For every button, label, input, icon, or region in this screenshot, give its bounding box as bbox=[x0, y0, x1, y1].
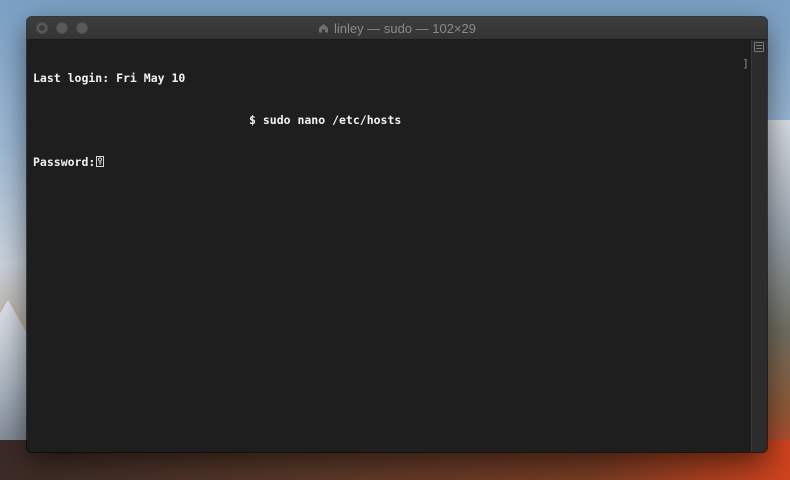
window-title-text: linley — sudo — 102×29 bbox=[333, 20, 476, 36]
terminal-line: Password: bbox=[33, 155, 745, 169]
window-controls bbox=[27, 22, 88, 34]
vertical-scrollbar[interactable] bbox=[751, 40, 767, 452]
terminal-window[interactable]: linley — sudo — 102×29 Last login: Fri M… bbox=[27, 17, 767, 452]
close-button[interactable] bbox=[36, 22, 48, 34]
scroll-button-icon[interactable] bbox=[754, 42, 764, 52]
key-icon bbox=[96, 156, 105, 167]
window-title: linley — sudo — 102×29 bbox=[27, 17, 767, 39]
title-bar[interactable]: linley — sudo — 102×29 bbox=[27, 17, 767, 40]
terminal-line: $ sudo nano /etc/hosts bbox=[249, 113, 402, 127]
home-icon bbox=[318, 23, 329, 33]
zoom-button[interactable] bbox=[76, 22, 88, 34]
terminal-content[interactable]: Last login: Fri May 10 $ sudo nano /etc/… bbox=[27, 40, 751, 452]
terminal-line: Last login: Fri May 10 bbox=[33, 71, 186, 85]
password-prompt: Password: bbox=[33, 155, 96, 169]
line-marker: ] bbox=[742, 57, 749, 70]
minimize-button[interactable] bbox=[56, 22, 68, 34]
